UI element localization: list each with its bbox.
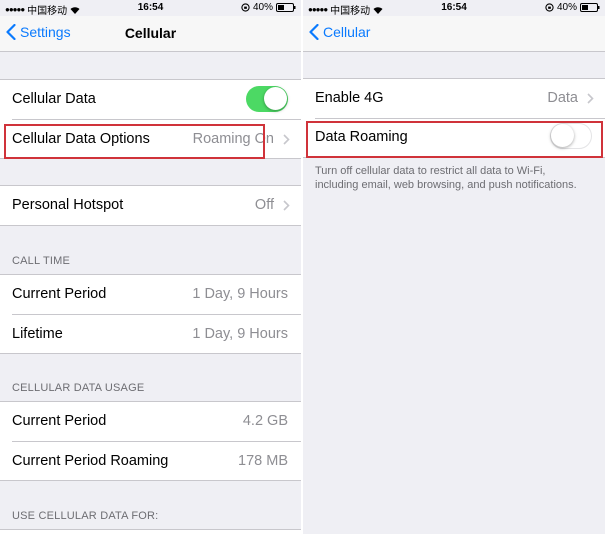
status-bar: ●●●●● 中国移动 16:54 40% [303, 0, 605, 17]
data-roaming-footer: Turn off cellular data to restrict all d… [315, 165, 577, 191]
cellular-data-options-label: Cellular Data Options [12, 131, 150, 147]
cellular-settings-screen: ●●●●● 中国移动 16:54 40% Settings Cellular C… [0, 0, 301, 534]
battery-percent: 40% [556, 2, 577, 13]
call-time-header: CALL TIME [12, 255, 71, 267]
personal-hotspot-label: Personal Hotspot [12, 197, 124, 213]
use-cellular-for-header: USE CELLULAR DATA FOR: [12, 510, 159, 522]
back-label: Cellular [323, 24, 371, 40]
chevron-left-icon [309, 24, 319, 40]
personal-hotspot-value: Off [254, 197, 274, 213]
status-right: 40% [545, 2, 600, 13]
data-roaming-row: Data Roaming [303, 119, 605, 158]
use-cellular-for-group [0, 529, 301, 534]
cellular-data-options-row[interactable]: Cellular Data Options Roaming On [0, 120, 301, 159]
battery-icon [580, 3, 600, 12]
orientation-lock-icon [241, 3, 250, 12]
usage-roaming-value: 178 MB [238, 453, 288, 469]
call-current-period-label: Current Period [12, 286, 107, 302]
table-row: Current Period 1 Day, 9 Hours [0, 275, 301, 314]
cellular-data-options-screen: ●●●●● 中国移动 16:54 40% Cellular Enable 4G … [303, 0, 605, 534]
battery-percent: 40% [252, 2, 273, 13]
data-roaming-toggle[interactable] [550, 123, 592, 149]
call-lifetime-value: 1 Day, 9 Hours [192, 326, 288, 342]
enable-4g-value: Data [547, 90, 578, 106]
cellular-data-options-value: Roaming On [192, 131, 274, 147]
orientation-lock-icon [545, 3, 554, 12]
cellular-data-row: Cellular Data [0, 80, 301, 119]
chevron-right-icon [283, 134, 290, 145]
status-right: 40% [241, 2, 296, 13]
table-row: Current Period Roaming 178 MB [0, 442, 301, 481]
nav-bar: Settings Cellular [0, 16, 301, 52]
toggle-knob [551, 124, 574, 147]
cellular-data-group: Cellular Data Cellular Data Options Roam… [0, 79, 301, 159]
call-lifetime-label: Lifetime [12, 326, 63, 342]
call-current-period-value: 1 Day, 9 Hours [192, 286, 288, 302]
data-usage-header: CELLULAR DATA USAGE [12, 382, 145, 394]
enable-4g-row[interactable]: Enable 4G Data [303, 79, 605, 118]
cellular-data-toggle[interactable] [246, 86, 288, 112]
data-usage-group: Current Period 4.2 GB Current Period Roa… [0, 401, 301, 481]
chevron-right-icon [283, 200, 290, 211]
options-group: Enable 4G Data Data Roaming [303, 78, 605, 158]
call-time-group: Current Period 1 Day, 9 Hours Lifetime 1… [0, 274, 301, 354]
personal-hotspot-row[interactable]: Personal Hotspot Off [0, 186, 301, 225]
usage-current-period-value: 4.2 GB [242, 413, 288, 429]
table-row: Current Period 4.2 GB [0, 402, 301, 441]
chevron-right-icon [587, 93, 594, 104]
usage-roaming-label: Current Period Roaming [12, 453, 169, 469]
table-row: Lifetime 1 Day, 9 Hours [0, 315, 301, 354]
battery-icon [276, 3, 296, 12]
data-roaming-label: Data Roaming [315, 129, 408, 145]
enable-4g-label: Enable 4G [315, 90, 384, 106]
usage-current-period-label: Current Period [12, 413, 107, 429]
nav-bar: Cellular [303, 16, 605, 52]
hotspot-group: Personal Hotspot Off [0, 185, 301, 226]
cellular-data-label: Cellular Data [12, 91, 96, 107]
back-button[interactable]: Cellular [309, 24, 370, 40]
page-title: Cellular [124, 25, 177, 41]
status-bar: ●●●●● 中国移动 16:54 40% [0, 0, 301, 17]
toggle-knob [264, 87, 287, 110]
